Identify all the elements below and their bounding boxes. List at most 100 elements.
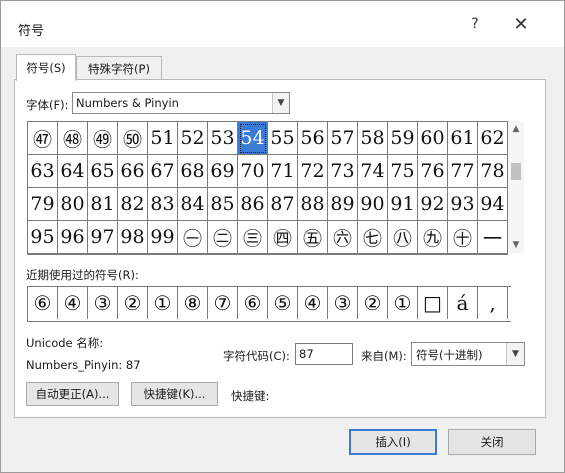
symbol-cell[interactable]: 一 bbox=[478, 221, 508, 254]
symbol-cell[interactable]: 54 bbox=[238, 122, 268, 155]
symbol-cell[interactable]: 80 bbox=[58, 188, 88, 221]
symbol-cell[interactable]: 64 bbox=[58, 155, 88, 188]
recent-symbol-cell[interactable]: □ bbox=[418, 287, 448, 319]
symbol-cell[interactable]: ㊼ bbox=[28, 122, 58, 155]
symbol-cell[interactable]: 76 bbox=[418, 155, 448, 188]
recent-symbols[interactable]: ⑥ ④ ③ ② ① ⑧ ⑦ ⑥ ⑤ ④ ③ ② ① □ á, bbox=[27, 286, 511, 322]
symbol-cell[interactable]: 65 bbox=[88, 155, 118, 188]
recent-symbol-cell[interactable]: ② bbox=[118, 287, 148, 319]
symbol-cell[interactable]: 62 bbox=[478, 122, 508, 155]
char-code-input[interactable]: 87 bbox=[295, 343, 353, 365]
from-select[interactable]: 符号(十进制) ▼ bbox=[411, 342, 525, 366]
symbol-cell[interactable]: 95 bbox=[28, 221, 58, 254]
symbol-cell[interactable]: 61 bbox=[448, 122, 478, 155]
symbol-cell[interactable]: 55 bbox=[268, 122, 298, 155]
chevron-up-icon[interactable]: ▲ bbox=[508, 121, 524, 137]
recent-symbol-cell[interactable]: ⑤ bbox=[268, 287, 298, 319]
symbol-grid[interactable]: ㊼㊽㊾㊿ 51 52 53 54 55 56 57 58 59 60 61 62 63 64 65 66 67 68… bbox=[27, 121, 508, 255]
symbol-cell[interactable]: 53 bbox=[208, 122, 238, 155]
symbol-cell[interactable]: 93 bbox=[448, 188, 478, 221]
symbol-cell[interactable]: ㊽ bbox=[58, 122, 88, 155]
recent-symbol-cell[interactable]: á bbox=[448, 287, 478, 319]
symbol-cell[interactable]: 92 bbox=[418, 188, 448, 221]
symbol-cell[interactable]: 71 bbox=[268, 155, 298, 188]
insert-button[interactable]: 插入(I) bbox=[349, 429, 437, 455]
symbol-cell[interactable]: ㊄ bbox=[298, 221, 328, 254]
close-button[interactable]: 关闭 bbox=[448, 429, 536, 455]
symbol-cell[interactable]: 59 bbox=[388, 122, 418, 155]
symbol-cell[interactable]: 73 bbox=[328, 155, 358, 188]
recent-symbol-cell[interactable]: ⑧ bbox=[178, 287, 208, 319]
recent-symbol-cell[interactable]: ① bbox=[388, 287, 418, 319]
recent-symbol-cell[interactable]: ③ bbox=[88, 287, 118, 319]
symbol-cell[interactable]: ㊾ bbox=[88, 122, 118, 155]
symbol-cell[interactable]: 60 bbox=[418, 122, 448, 155]
symbol-cell[interactable]: 97 bbox=[88, 221, 118, 254]
symbol-cell[interactable]: 90 bbox=[358, 188, 388, 221]
recent-symbol-cell[interactable]: ④ bbox=[58, 287, 88, 319]
symbol-cell[interactable]: 96 bbox=[58, 221, 88, 254]
symbol-cell[interactable]: ㊉ bbox=[448, 221, 478, 254]
symbol-cell[interactable]: 75 bbox=[388, 155, 418, 188]
symbol-cell[interactable]: ㊃ bbox=[268, 221, 298, 254]
symbol-cell[interactable]: 70 bbox=[238, 155, 268, 188]
recent-symbol-cell[interactable]: ⑥ bbox=[28, 287, 58, 319]
symbol-cell[interactable]: 63 bbox=[28, 155, 58, 188]
symbol-cell[interactable]: 79 bbox=[28, 188, 58, 221]
symbol-cell[interactable]: 89 bbox=[328, 188, 358, 221]
symbol-cell[interactable]: 57 bbox=[328, 122, 358, 155]
symbol-cell[interactable]: 81 bbox=[88, 188, 118, 221]
symbol-cell[interactable]: 58 bbox=[358, 122, 388, 155]
symbol-cell[interactable]: 72 bbox=[298, 155, 328, 188]
symbol-cell[interactable]: ㊀ bbox=[178, 221, 208, 254]
symbol-cell[interactable]: 51 bbox=[148, 122, 178, 155]
symbol-cell[interactable]: 56 bbox=[298, 122, 328, 155]
symbol-cell[interactable]: ㊿ bbox=[118, 122, 148, 155]
help-button[interactable]: ? bbox=[455, 9, 495, 39]
recent-symbol-cell[interactable]: ③ bbox=[328, 287, 358, 319]
symbol-cell[interactable]: 87 bbox=[268, 188, 298, 221]
chevron-down-icon[interactable]: ▼ bbox=[506, 343, 524, 365]
symbol-cell[interactable]: 99 bbox=[148, 221, 178, 254]
symbol-cell[interactable]: 84 bbox=[178, 188, 208, 221]
recent-symbol-cell[interactable]: ① bbox=[148, 287, 178, 319]
symbol-cell[interactable]: 94 bbox=[478, 188, 508, 221]
symbol-cell[interactable]: 83 bbox=[148, 188, 178, 221]
close-icon[interactable]: ✕ bbox=[501, 9, 541, 39]
recent-symbol-cell[interactable]: ⑥ bbox=[238, 287, 268, 319]
symbol-cell[interactable]: ㊇ bbox=[388, 221, 418, 254]
symbol-cell[interactable]: ㊂ bbox=[238, 221, 268, 254]
tab-symbols[interactable]: 符号(S) bbox=[16, 54, 76, 81]
symbol-cell[interactable]: 74 bbox=[358, 155, 388, 188]
symbol-cell[interactable]: ㊁ bbox=[208, 221, 238, 254]
symbol-cell[interactable]: 52 bbox=[178, 122, 208, 155]
scrollbar-thumb[interactable] bbox=[511, 163, 521, 180]
symbol-cell[interactable]: 86 bbox=[238, 188, 268, 221]
autocorrect-button[interactable]: 自动更正(A)... bbox=[26, 382, 119, 406]
symbol-cell[interactable]: 66 bbox=[118, 155, 148, 188]
shortcut-key-button[interactable]: 快捷键(K)... bbox=[131, 382, 218, 406]
symbol-cell[interactable]: 82 bbox=[118, 188, 148, 221]
symbol-cell[interactable]: 69 bbox=[208, 155, 238, 188]
symbol-cell[interactable]: 88 bbox=[298, 188, 328, 221]
chevron-down-icon[interactable]: ▼ bbox=[272, 93, 289, 113]
recent-symbol-cell[interactable]: , bbox=[478, 287, 508, 319]
recent-symbol-cell[interactable]: ⑦ bbox=[208, 287, 238, 319]
chevron-down-icon[interactable]: ▼ bbox=[508, 237, 524, 253]
font-select[interactable]: Numbers & Pinyin ▼ bbox=[72, 92, 290, 114]
symbol-cell[interactable]: ㊈ bbox=[418, 221, 448, 254]
symbol-cell[interactable]: ㊆ bbox=[358, 221, 388, 254]
symbol-cell[interactable]: 91 bbox=[388, 188, 418, 221]
char-code-value: 87 bbox=[299, 347, 314, 361]
symbol-cell[interactable]: 78 bbox=[478, 155, 508, 188]
grid-scrollbar[interactable]: ▲ ▼ bbox=[508, 121, 524, 253]
tab-special-characters[interactable]: 特殊字符(P) bbox=[76, 56, 162, 81]
symbol-cell[interactable]: ㊅ bbox=[328, 221, 358, 254]
recent-symbol-cell[interactable]: ② bbox=[358, 287, 388, 319]
recent-symbol-cell[interactable]: ④ bbox=[298, 287, 328, 319]
symbol-cell[interactable]: 98 bbox=[118, 221, 148, 254]
symbol-cell[interactable]: 68 bbox=[178, 155, 208, 188]
symbol-cell[interactable]: 85 bbox=[208, 188, 238, 221]
symbol-cell[interactable]: 67 bbox=[148, 155, 178, 188]
symbol-cell[interactable]: 77 bbox=[448, 155, 478, 188]
